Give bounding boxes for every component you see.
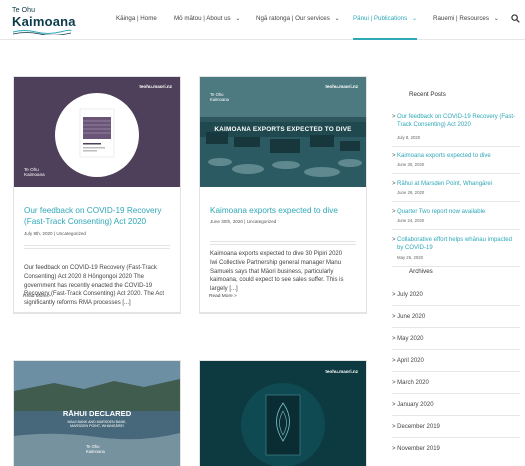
archive-link[interactable]: > June 2020: [392, 314, 520, 320]
chevron-down-icon: ⌄: [493, 15, 499, 22]
archive-link[interactable]: > January 2020: [392, 402, 520, 408]
chevron-down-icon: ⌄: [411, 15, 418, 22]
nav-item-label: Kāinga | Home: [116, 15, 157, 22]
post-card: teohu.maori.nz Te Ohu Kaimoana Our feedb…: [13, 76, 181, 314]
archive-link[interactable]: > November 2019: [392, 446, 520, 452]
recent-post-date: July 8, 2020: [397, 135, 421, 140]
logo-wave-icon: [12, 29, 72, 35]
archive-link[interactable]: > March 2020: [392, 380, 520, 386]
divider: [210, 241, 356, 242]
post-image[interactable]: teohu.maori.nz Te Ohu Kaimoana: [14, 77, 180, 187]
divider: [392, 266, 520, 267]
nav-item-label: Mō mātou | About us: [174, 15, 231, 22]
read-more-link[interactable]: Read More >: [209, 294, 237, 299]
recent-post-date: June 30, 2020: [397, 162, 425, 167]
image-logo-text: Te Ohu Kaimoana: [24, 167, 45, 177]
nav-item-label: Pānui | Publications: [353, 15, 408, 22]
recent-post-title[interactable]: Kaimoana exports expected to dive: [397, 153, 519, 161]
image-url-text: teohu.maori.nz: [325, 84, 358, 89]
recent-post-title[interactable]: Our feedback on COVID-19 Recovery (Fast-…: [397, 114, 519, 129]
post-image[interactable]: RĀHUI DECLARED MAUI BANK AND MARSDEN BAN…: [14, 361, 180, 466]
post-excerpt: Kaimoana exports expected to dive 30 Pip…: [210, 251, 356, 293]
nav-item-publications[interactable]: Pānui | Publications ⌄: [353, 15, 417, 22]
image-subline: MAUI BANK AND MARSDEN BANK, MARSDEN POIN…: [67, 420, 127, 429]
search-icon[interactable]: [511, 14, 520, 23]
divider: [392, 349, 520, 350]
post-card: RĀHUI DECLARED MAUI BANK AND MARSDEN BAN…: [13, 360, 181, 466]
site-logo[interactable]: Te Ohu Kaimoana: [12, 7, 76, 35]
nav-item-services[interactable]: Ngā ratonga | Our services ⌄: [256, 15, 340, 22]
divider: [392, 146, 520, 147]
image-logo-text: Te Ohu Kaimoana: [86, 444, 105, 454]
image-headline: RĀHUI DECLARED: [62, 409, 132, 418]
nav-item-resources[interactable]: Rauemi | Resources ⌄: [433, 15, 499, 22]
logo-line2: Kaimoana: [12, 14, 76, 29]
post-meta: June 30th, 2020 | Uncategorized: [210, 219, 277, 224]
archive-link[interactable]: > December 2019: [392, 424, 520, 430]
post-card: teohu.maori.nz Te Ohu Kaimoana KAIMOANA …: [199, 76, 367, 314]
recent-post-date: June 29, 2020: [397, 190, 425, 195]
recent-posts-heading: Recent Posts: [409, 91, 446, 98]
chevron-right-icon: >: [392, 209, 396, 215]
read-more-link[interactable]: Read More >: [23, 294, 51, 299]
divider: [392, 173, 520, 174]
archives-heading: Archives: [409, 268, 433, 275]
report-cover-icon: [241, 383, 325, 466]
nav-item-label: Ngā ratonga | Our services: [256, 15, 330, 22]
chevron-right-icon: >: [392, 114, 396, 120]
recent-post-date: May 26, 2020: [397, 255, 424, 260]
chevron-right-icon: >: [392, 237, 396, 243]
divider: [392, 371, 520, 372]
divider: [392, 327, 520, 328]
post-title[interactable]: Kaimoana exports expected to dive: [210, 205, 360, 216]
archive-link[interactable]: > April 2020: [392, 358, 520, 364]
chevron-down-icon: ⌄: [235, 15, 241, 22]
post-image[interactable]: teohu.maori.nz Te Ohu Kaimoana KAIMOANA …: [200, 77, 366, 187]
post-title[interactable]: Our feedback on COVID-19 Recovery (Fast-…: [24, 205, 174, 227]
post-excerpt: Our feedback on COVID-19 Recovery (Fast-…: [24, 265, 165, 307]
recent-post-title[interactable]: Rāhui at Marsden Point, Whangārei: [397, 181, 519, 189]
post-meta: July 8th, 2020 | Uncategorized: [24, 231, 86, 236]
archive-link[interactable]: > May 2020: [392, 336, 520, 342]
active-nav-indicator: [353, 38, 417, 40]
divider: [210, 244, 356, 245]
post-image[interactable]: teohu.maori.nz: [200, 361, 366, 466]
nav-item-label: Rauemi | Resources: [433, 15, 489, 22]
chevron-down-icon: ⌄: [334, 15, 340, 22]
recent-post-title[interactable]: Quarter Two report now available: [397, 209, 519, 217]
divider: [392, 229, 520, 230]
archive-link[interactable]: > July 2020: [392, 292, 520, 298]
site-header: Te Ohu Kaimoana Kāinga | Home Mō mātou |…: [0, 0, 525, 40]
divider: [24, 248, 170, 249]
image-headline: KAIMOANA EXPORTS EXPECTED TO DIVE: [214, 126, 352, 133]
chevron-right-icon: >: [392, 153, 396, 159]
recent-post-title[interactable]: Collaborative effort helps whānau impact…: [397, 237, 515, 252]
nav-item-about[interactable]: Mō mātou | About us ⌄: [174, 15, 241, 22]
divider: [24, 245, 170, 246]
divider: [392, 415, 520, 416]
card-footer-line: [200, 312, 366, 313]
post-card: teohu.maori.nz: [199, 360, 367, 466]
nav-item-home[interactable]: Kāinga | Home: [116, 15, 157, 22]
divider: [392, 305, 520, 306]
divider: [392, 437, 520, 438]
recent-post-date: June 24, 2020: [397, 218, 425, 223]
card-footer-line: [14, 312, 180, 313]
image-url-text: teohu.maori.nz: [325, 369, 358, 374]
image-logo-text: Te Ohu Kaimoana: [210, 92, 229, 102]
divider: [392, 201, 520, 202]
image-url-text: teohu.maori.nz: [139, 84, 172, 89]
chevron-right-icon: >: [392, 181, 396, 187]
divider: [392, 393, 520, 394]
